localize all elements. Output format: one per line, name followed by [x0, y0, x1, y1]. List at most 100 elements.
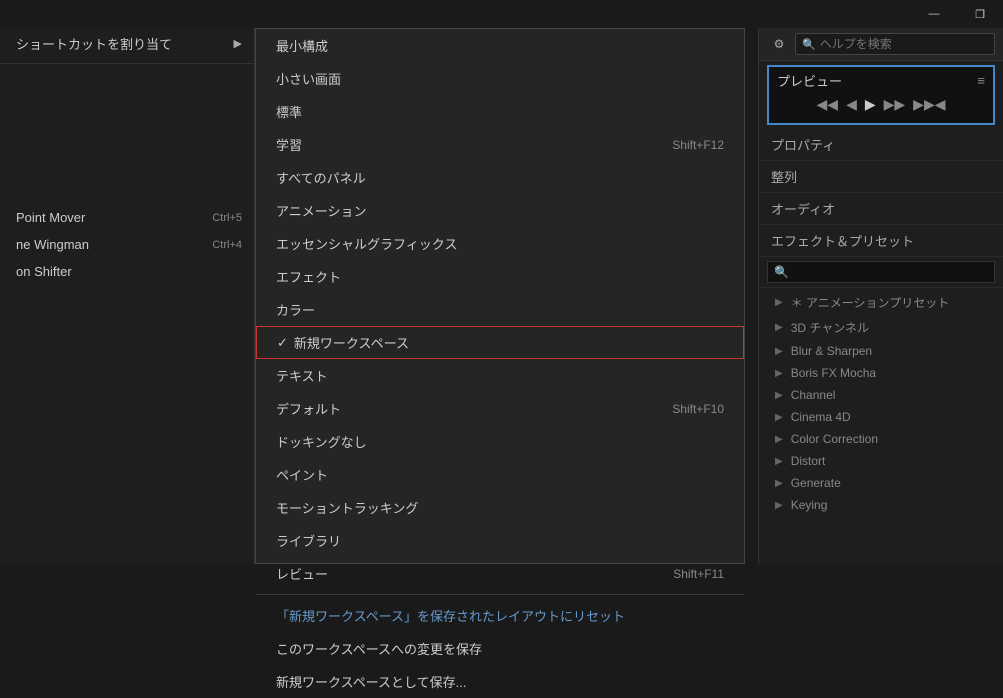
expand-icon: ▶: [775, 456, 783, 467]
left-panel: ショートカットを割り当て ▶ Point Mover Ctrl+5 ne Win…: [0, 28, 255, 564]
menu-item-motion[interactable]: モーショントラッキング: [256, 491, 744, 524]
menu-label: 標準: [276, 102, 302, 121]
effects-search-box[interactable]: 🔍: [767, 261, 995, 283]
effect-label: ＊ アニメーションプリセット: [791, 294, 950, 311]
minimize-button[interactable]: —: [911, 0, 957, 28]
effect-animation-presets[interactable]: ▶ ＊ アニメーションプリセット: [759, 290, 1003, 315]
next-next-button[interactable]: ▶▶◀: [913, 96, 945, 113]
menu-label: このワークスペースへの変更を保存: [276, 639, 482, 658]
expand-icon: ▶: [775, 500, 783, 511]
help-search-box[interactable]: 🔍: [795, 33, 995, 55]
menu-item-library[interactable]: ライブラリ: [256, 524, 744, 557]
menu-label: エッセンシャルグラフィックス: [276, 234, 457, 253]
preview-controls: ◀◀ ◀ ▶ ▶▶ ▶▶◀: [777, 90, 985, 119]
menu-label: カラー: [276, 300, 315, 319]
prev-button[interactable]: ◀: [846, 96, 857, 113]
menu-item-paint[interactable]: ペイント: [256, 458, 744, 491]
menu-item-essential[interactable]: エッセンシャルグラフィックス: [256, 227, 744, 260]
preview-panel: プレビュー ≡ ◀◀ ◀ ▶ ▶▶ ▶▶◀: [767, 65, 995, 125]
check-icon: ✓: [277, 335, 288, 351]
effect-label: 3D チャンネル: [791, 319, 869, 336]
effect-generate[interactable]: ▶ Generate: [759, 472, 1003, 494]
title-bar: — ❐: [0, 0, 1003, 28]
menu-item-save-new[interactable]: 新規ワークスペースとして保存...: [256, 665, 744, 698]
menu-item-effect[interactable]: エフェクト: [256, 260, 744, 293]
menu-shortcut: Shift+F10: [672, 402, 724, 416]
effect-3d-channel[interactable]: ▶ 3D チャンネル: [759, 315, 1003, 340]
menu-item-chiisai[interactable]: 小さい画面: [256, 62, 744, 95]
point-mover-shortcut: Ctrl+5: [212, 212, 242, 224]
menu-label: デフォルト: [276, 399, 341, 418]
audio-section[interactable]: オーディオ: [759, 193, 1003, 225]
menu-item-docking[interactable]: ドッキングなし: [256, 425, 744, 458]
maximize-button[interactable]: ❐: [957, 0, 1003, 28]
point-mover-item[interactable]: Point Mover Ctrl+5: [0, 204, 254, 231]
menu-label: ドッキングなし: [276, 432, 367, 451]
effect-label: Distort: [791, 454, 826, 468]
effects-preset-section[interactable]: エフェクト＆プリセット: [759, 225, 1003, 257]
menu-label: ライブラリ: [276, 531, 341, 550]
prev-prev-button[interactable]: ◀◀: [817, 96, 839, 113]
effects-search-area: 🔍: [759, 257, 1003, 288]
preview-menu-icon[interactable]: ≡: [977, 73, 985, 88]
effect-distort[interactable]: ▶ Distort: [759, 450, 1003, 472]
menu-item-default[interactable]: デフォルト Shift+F10: [256, 392, 744, 425]
ne-wingman-shortcut: Ctrl+4: [212, 239, 242, 251]
menu-label: 学習: [276, 135, 302, 154]
effect-cinema-4d[interactable]: ▶ Cinema 4D: [759, 406, 1003, 428]
effect-boris-fx-mocha[interactable]: ▶ Boris FX Mocha: [759, 362, 1003, 384]
menu-item-text[interactable]: テキスト: [256, 359, 744, 392]
menu-item-color[interactable]: カラー: [256, 293, 744, 326]
on-shifter-label: on Shifter: [16, 264, 72, 279]
menu-item-gakushu[interactable]: 学習 Shift+F12: [256, 128, 744, 161]
expand-icon: ▶: [775, 434, 783, 445]
menu-label: すべてのパネル: [276, 168, 366, 187]
effects-search-input[interactable]: [793, 265, 988, 279]
expand-icon: ▶: [775, 322, 783, 333]
menu-item-subete[interactable]: すべてのパネル: [256, 161, 744, 194]
preview-title: プレビュー: [777, 71, 842, 90]
menu-shortcut: Shift+F11: [673, 567, 724, 581]
expand-icon: ▶: [775, 346, 783, 357]
play-button[interactable]: ▶: [865, 96, 876, 113]
arrow-icon: ▶: [234, 37, 242, 50]
search-icon: 🔍: [802, 38, 816, 51]
menu-shortcut: Shift+F12: [672, 138, 724, 152]
menu-label: 最小構成: [276, 36, 328, 55]
help-search-input[interactable]: [820, 37, 988, 51]
expand-icon: ▶: [775, 412, 783, 423]
menu-item-hyojun[interactable]: 標準: [256, 95, 744, 128]
effect-label: Blur & Sharpen: [791, 344, 872, 358]
menu-item-animation[interactable]: アニメーション: [256, 194, 744, 227]
gear-icon[interactable]: ⚙: [767, 32, 791, 56]
ne-wingman-item[interactable]: ne Wingman Ctrl+4: [0, 231, 254, 258]
menu-item-reset[interactable]: 「新規ワークスペース」を保存されたレイアウトにリセット: [256, 599, 744, 632]
menu-item-save-changes[interactable]: このワークスペースへの変更を保存: [256, 632, 744, 665]
properties-section[interactable]: プロパティ: [759, 129, 1003, 161]
menu-label: アニメーション: [276, 201, 366, 220]
preview-header: プレビュー ≡: [777, 71, 985, 90]
effect-keying[interactable]: ▶ Keying: [759, 494, 1003, 516]
effects-search-icon: 🔍: [774, 265, 789, 279]
effect-blur-sharpen[interactable]: ▶ Blur & Sharpen: [759, 340, 1003, 362]
effect-color-correction[interactable]: ▶ Color Correction: [759, 428, 1003, 450]
expand-icon: ▶: [775, 297, 783, 308]
menu-label: 小さい画面: [276, 69, 341, 88]
menu-item-review[interactable]: レビュー Shift+F11: [256, 557, 744, 590]
align-section[interactable]: 整列: [759, 161, 1003, 193]
right-toolbar: ⚙ 🔍: [759, 28, 1003, 61]
effect-label: Cinema 4D: [791, 410, 851, 424]
menu-label: モーショントラッキング: [276, 498, 418, 517]
menu-label: レビュー: [276, 564, 328, 583]
left-divider-1: [0, 63, 254, 64]
shortcut-assign-item[interactable]: ショートカットを割り当て ▶: [0, 28, 254, 59]
menu-item-shinki[interactable]: ✓ 新規ワークスペース: [256, 326, 744, 359]
effect-channel[interactable]: ▶ Channel: [759, 384, 1003, 406]
next-button[interactable]: ▶▶: [884, 96, 906, 113]
menu-item-saikoshosei[interactable]: 最小構成: [256, 29, 744, 62]
menu-label: ペイント: [276, 465, 328, 484]
effect-label: Keying: [791, 498, 828, 512]
on-shifter-item[interactable]: on Shifter: [0, 258, 254, 285]
ne-wingman-label: ne Wingman: [16, 237, 89, 252]
menu-label: テキスト: [276, 366, 328, 385]
